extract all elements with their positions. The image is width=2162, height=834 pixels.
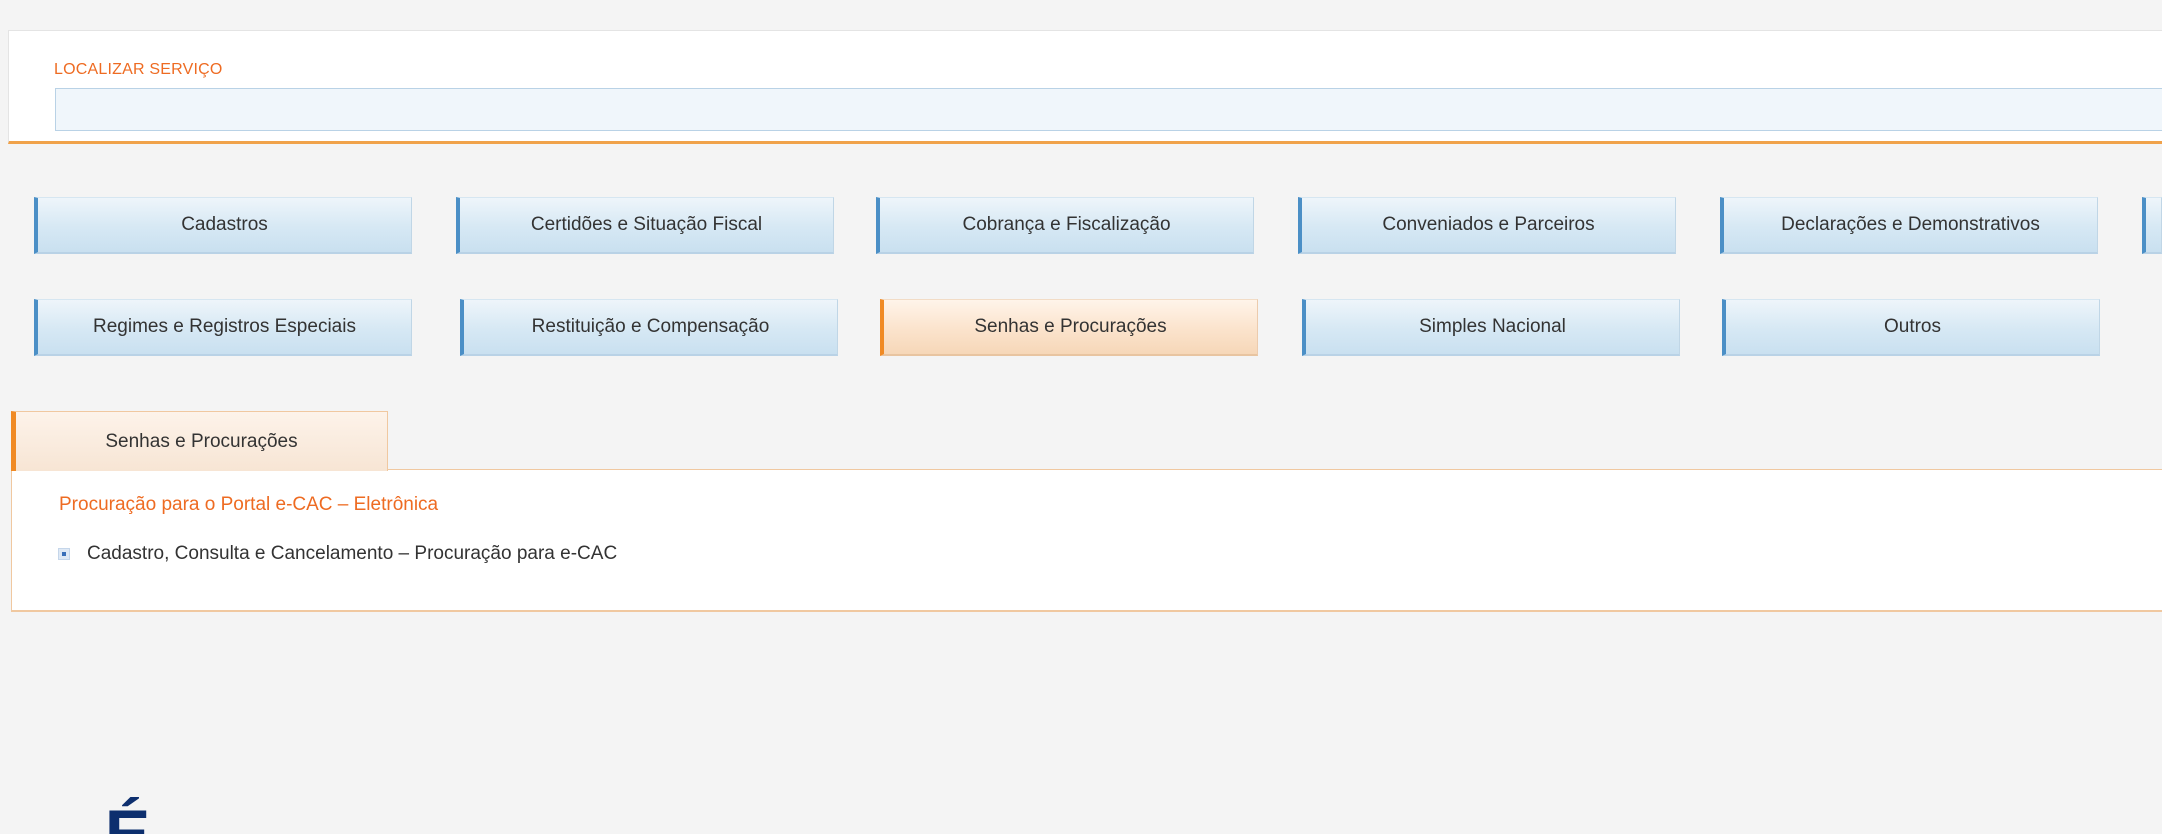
page: LOCALIZAR SERVIÇO Cadastros Certidões e …: [0, 0, 2162, 834]
search-input[interactable]: [55, 88, 2162, 131]
category-button-cadastros[interactable]: Cadastros: [34, 197, 412, 254]
category-button-restituicao[interactable]: Restituição e Compensação: [460, 299, 838, 356]
category-button-declaracoes[interactable]: Declarações e Demonstrativos: [1720, 197, 2098, 254]
section-heading: Procuração para o Portal e-CAC – Eletrôn…: [59, 494, 439, 515]
category-button-regimes[interactable]: Regimes e Registros Especiais: [34, 299, 412, 356]
category-button-outros[interactable]: Outros: [1722, 299, 2100, 356]
bullet-square-icon: [58, 548, 70, 560]
footer-partial-heading: — É: [6, 796, 157, 834]
category-button-senhas[interactable]: Senhas e Procurações: [880, 299, 1258, 356]
content-panel: Procuração para o Portal e-CAC – Eletrôn…: [11, 469, 2162, 612]
category-button-simples[interactable]: Simples Nacional: [1302, 299, 1680, 356]
service-link-label: Cadastro, Consulta e Cancelamento – Proc…: [87, 543, 618, 564]
tab-senhas-procuracoes[interactable]: Senhas e Procurações: [11, 411, 388, 471]
category-button-cobranca[interactable]: Cobrança e Fiscalização: [876, 197, 1254, 254]
category-button-conveniados[interactable]: Conveniados e Parceiros: [1298, 197, 1676, 254]
search-panel: LOCALIZAR SERVIÇO: [8, 30, 2162, 144]
search-label: LOCALIZAR SERVIÇO: [54, 61, 223, 78]
category-button-partial[interactable]: [2142, 197, 2162, 254]
service-link-procuracao-ecac[interactable]: Cadastro, Consulta e Cancelamento – Proc…: [58, 543, 617, 565]
category-button-certidoes[interactable]: Certidões e Situação Fiscal: [456, 197, 834, 254]
